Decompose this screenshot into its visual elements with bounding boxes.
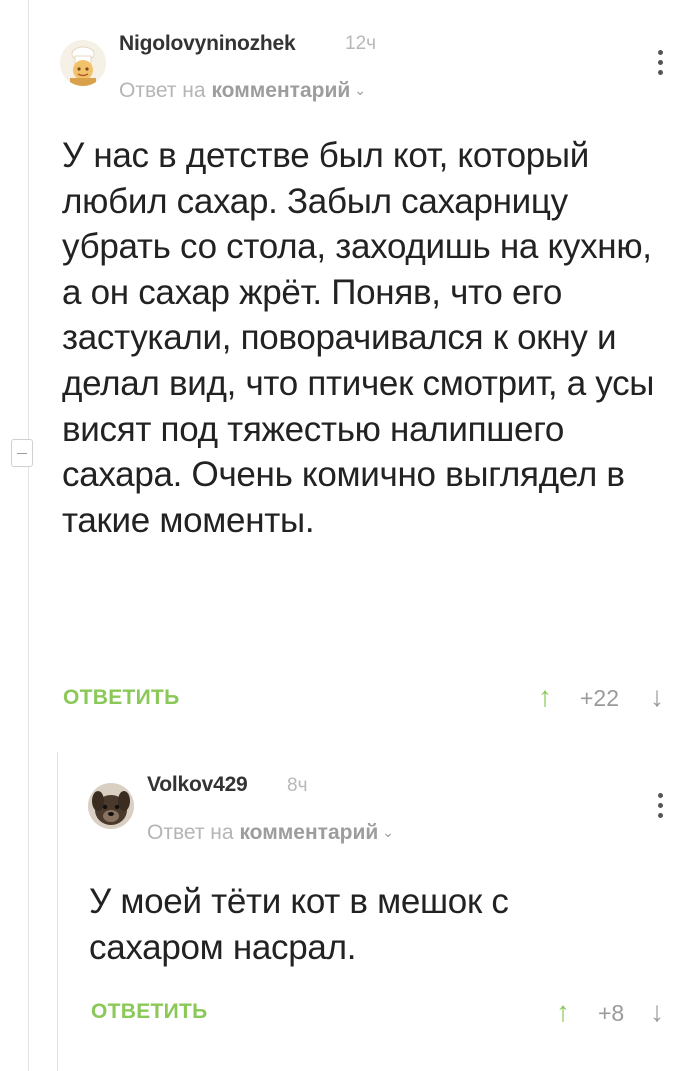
- chef-avatar-icon[interactable]: [60, 40, 106, 86]
- reply-prefix: Ответ на: [119, 79, 206, 102]
- reply-prefix: Ответ на: [147, 821, 234, 844]
- dog-avatar-icon[interactable]: [88, 783, 134, 829]
- rating-count: +8: [598, 1000, 625, 1026]
- more-vertical-icon[interactable]: [655, 791, 665, 825]
- collapse-thread-icon[interactable]: [11, 439, 33, 467]
- more-vertical-icon[interactable]: [655, 48, 665, 82]
- rating-count: +22: [580, 685, 620, 711]
- timestamp: 8ч: [287, 775, 308, 796]
- reply-button[interactable]: ОТВЕТИТЬ: [63, 686, 180, 710]
- reply-target[interactable]: комментарий: [211, 79, 350, 102]
- comment-text: У нас в детстве был кот, который любил с…: [62, 136, 655, 540]
- reply-to-link[interactable]: Ответ на комментарий ⌄: [119, 79, 366, 103]
- chevron-down-icon[interactable]: ⌄: [354, 82, 366, 98]
- thread-line-main-lower: [28, 467, 29, 1071]
- thread-line-main: [28, 0, 29, 439]
- username[interactable]: Volkov429: [147, 773, 248, 797]
- arrow-down-icon[interactable]: ↓: [650, 683, 664, 711]
- timestamp: 12ч: [345, 33, 377, 54]
- comment-text: У моей тёти кот в мешок с сахаром насрал…: [89, 882, 509, 967]
- chevron-down-icon[interactable]: ⌄: [382, 824, 394, 840]
- username[interactable]: Nigolovyninozhek: [119, 32, 296, 56]
- arrow-up-icon[interactable]: ↑: [556, 998, 570, 1026]
- reply-button[interactable]: ОТВЕТИТЬ: [91, 1000, 208, 1024]
- thread-line-nested: [57, 752, 58, 1071]
- arrow-up-icon[interactable]: ↑: [538, 683, 552, 711]
- reply-target[interactable]: комментарий: [239, 821, 378, 844]
- arrow-down-icon[interactable]: ↓: [650, 998, 664, 1026]
- reply-to-link[interactable]: Ответ на комментарий ⌄: [147, 821, 394, 845]
